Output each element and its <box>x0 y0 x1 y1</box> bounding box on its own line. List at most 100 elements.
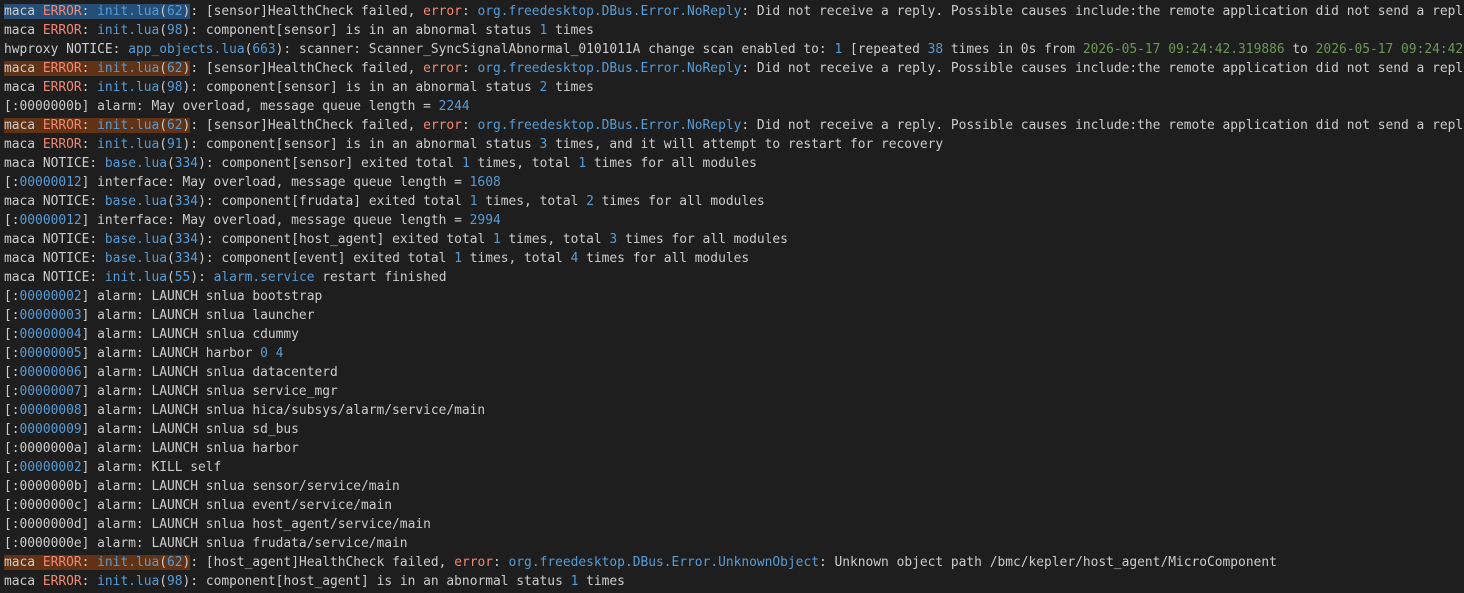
source-file-link[interactable]: init.lua <box>97 118 160 133</box>
log-number: 1608 <box>469 175 501 190</box>
log-text: ] alarm: LAUNCH snlua launcher <box>81 308 315 323</box>
log-text: : <box>461 4 478 19</box>
log-text: ] alarm: LAUNCH snlua cdummy <box>81 327 299 342</box>
log-text: : <box>81 555 98 570</box>
log-text: ( <box>167 251 175 266</box>
log-line: maca ERROR: init.lua(62): [host_agent]He… <box>0 553 1464 572</box>
log-text: [:0000000d] alarm: LAUNCH snlua host_age… <box>4 517 431 532</box>
log-text: maca <box>4 194 43 209</box>
log-text: hwproxy NOTICE: <box>4 42 129 57</box>
source-file-link[interactable]: init.lua <box>97 23 159 38</box>
log-text: : [host_agent]HealthCheck failed, <box>190 555 455 570</box>
log-line: maca ERROR: init.lua(62): [sensor]Health… <box>0 116 1464 135</box>
terminal-output[interactable]: maca ERROR: init.lua(62): [sensor]Health… <box>0 0 1464 593</box>
log-text: [: <box>4 175 20 190</box>
log-text: ( <box>167 194 175 209</box>
log-text: : [sensor]HealthCheck failed, <box>190 4 424 19</box>
log-level-error: error <box>423 4 462 19</box>
log-line: [:00000007] alarm: LAUNCH snlua service_… <box>0 382 1464 401</box>
log-number: 1 <box>454 251 462 266</box>
log-text: [:0000000c] alarm: LAUNCH snlua event/se… <box>4 498 393 513</box>
log-text: : <box>81 61 98 76</box>
dbus-error-link[interactable]: alarm.service <box>214 270 315 285</box>
log-text: times for all modules <box>586 156 757 171</box>
log-line: maca ERROR: init.lua(98): component[host… <box>0 572 1464 591</box>
log-text: ): component[sensor] is in an abnormal s… <box>182 137 540 152</box>
log-text: NOTICE <box>42 251 90 266</box>
log-text: times <box>578 574 625 589</box>
log-text: [: <box>4 308 20 323</box>
log-text: maca <box>4 555 43 570</box>
log-text: ] alarm: LAUNCH snlua sd_bus <box>81 422 299 437</box>
log-number: 00000008 <box>19 403 82 418</box>
log-text: ( <box>167 232 175 247</box>
log-number: 62 <box>167 555 183 570</box>
log-text: [:0000000b] alarm: May overload, message… <box>4 99 439 114</box>
log-line: [:0000000c] alarm: LAUNCH snlua event/se… <box>0 496 1464 515</box>
log-line: maca ERROR: init.lua(62): [sensor]Health… <box>0 59 1464 78</box>
source-file-link[interactable]: init.lua <box>97 137 159 152</box>
log-number: 62 <box>167 4 183 19</box>
log-text: [:0000000e] alarm: LAUNCH snlua frudata/… <box>4 536 408 551</box>
log-line: [:00000009] alarm: LAUNCH snlua sd_bus <box>0 420 1464 439</box>
log-level-error: ERROR <box>42 118 82 133</box>
log-line: [:00000012] interface: May overload, mes… <box>0 173 1464 192</box>
source-file-link[interactable]: init.lua <box>97 61 160 76</box>
log-text: ( <box>167 270 175 285</box>
log-text: : Unknown object path /bmc/kepler/host_a… <box>818 555 1277 570</box>
dbus-error-link[interactable]: org.freedesktop.DBus.Error.NoReply <box>477 61 741 76</box>
source-file-link[interactable]: init.lua <box>97 4 160 19</box>
log-line: [:00000005] alarm: LAUNCH harbor 0 4 <box>0 344 1464 363</box>
log-level-error: ERROR <box>42 574 82 589</box>
dbus-error-link[interactable]: org.freedesktop.DBus.Error.UnknownObject <box>509 555 819 570</box>
log-number: 00000007 <box>19 384 82 399</box>
log-number: 2 <box>586 194 594 209</box>
log-line: [:00000004] alarm: LAUNCH snlua cdummy <box>0 325 1464 344</box>
source-file-link[interactable]: init.lua <box>97 80 159 95</box>
log-line: [:00000006] alarm: LAUNCH snlua datacent… <box>0 363 1464 382</box>
log-number: 00000012 <box>19 213 82 228</box>
log-text: : <box>89 232 105 247</box>
log-text: maca <box>4 156 43 171</box>
log-text: ( <box>159 118 168 133</box>
source-file-link[interactable]: base.lua <box>105 156 167 171</box>
source-file-link[interactable]: base.lua <box>105 194 167 209</box>
log-text: maca <box>4 4 43 19</box>
source-file-link[interactable]: app_objects.lua <box>128 42 244 57</box>
log-text: [: <box>4 384 20 399</box>
source-file-link[interactable]: init.lua <box>105 270 167 285</box>
source-file-link[interactable]: base.lua <box>105 232 167 247</box>
log-level-error: error <box>423 118 462 133</box>
log-line: maca ERROR: init.lua(91): component[sens… <box>0 135 1464 154</box>
log-line: [:0000000b] alarm: May overload, message… <box>0 97 1464 116</box>
log-line: [:0000000b] alarm: LAUNCH snlua sensor/s… <box>0 477 1464 496</box>
log-text: ): component[sensor] exited total <box>198 156 462 171</box>
log-text: ] alarm: KILL self <box>81 460 222 475</box>
source-file-link[interactable]: base.lua <box>105 251 167 266</box>
log-line: [:0000000d] alarm: LAUNCH snlua host_age… <box>0 515 1464 534</box>
log-text: ): <box>190 270 214 285</box>
log-text: times for all modules <box>578 251 750 266</box>
log-number: 00000002 <box>19 289 82 304</box>
log-number: 334 <box>174 194 199 209</box>
dbus-error-link[interactable]: org.freedesktop.DBus.Error.NoReply <box>477 4 741 19</box>
log-text: ( <box>159 4 168 19</box>
log-text: ] interface: May overload, message queue… <box>81 175 470 190</box>
source-file-link[interactable]: init.lua <box>97 574 159 589</box>
dbus-error-link[interactable]: org.freedesktop.DBus.Error.NoReply <box>477 118 741 133</box>
source-file-link[interactable]: init.lua <box>97 555 160 570</box>
log-text: times, and it will attempt to restart fo… <box>547 137 944 152</box>
log-text: ] alarm: LAUNCH snlua bootstrap <box>81 289 323 304</box>
log-number: 00000009 <box>19 422 82 437</box>
log-text: [: <box>4 346 20 361</box>
log-number: 1 <box>461 156 470 171</box>
log-text: : <box>81 137 98 152</box>
log-text: : <box>461 118 478 133</box>
log-text: ( <box>159 555 168 570</box>
log-text: ( <box>167 156 175 171</box>
log-text: ] alarm: LAUNCH snlua service_mgr <box>81 384 338 399</box>
log-text: ): component[frudata] exited total <box>198 194 470 209</box>
log-level-error: error <box>454 555 493 570</box>
log-timestamp: 2026-05-17 09:24:42.4 <box>1315 42 1464 57</box>
log-text: : <box>493 555 509 570</box>
